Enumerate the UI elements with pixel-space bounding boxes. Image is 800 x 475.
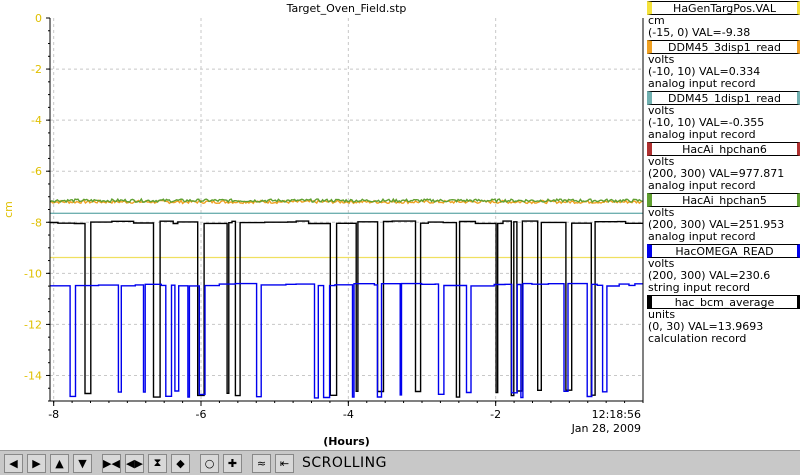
arrow-right-button[interactable]: ▶ [27,453,46,473]
legend-entry[interactable]: DDM45_3disp1_read volts (-10, 10) VAL=0.33… [647,40,800,90]
x-tick-label: -6 [196,408,207,421]
zoom-in-x-icon: ▶◀ [103,456,120,470]
arrow-down-icon: ▼ [78,456,87,470]
reset-icon: ○ [204,456,215,470]
plot-config-button[interactable]: ≈ [252,453,271,473]
x-tick-label: -2 [490,408,501,421]
zoom-in-x-button[interactable]: ▶◀ [102,453,121,473]
arrow-left-button[interactable]: ◀ [4,453,23,473]
legend-record: analog input record [648,230,756,243]
add-button[interactable]: ✚ [223,453,242,473]
arrow-left-icon: ◀ [9,456,18,470]
zoom-in-y-icon: ⧗ [153,456,162,469]
y-tick-label: -2 [31,63,42,76]
reset-button[interactable]: ○ [200,453,219,473]
zoom-in-y-button[interactable]: ⧗ [148,453,167,473]
zoom-out-x-button[interactable]: ◀▶ [125,453,144,473]
y-tick-label: -8 [31,216,42,229]
legend: HaGenTargPos.VAL cm (-15, 0) VAL=-9.38 DDM4… [647,0,800,345]
series-HacOMEGA_READ [50,282,643,399]
legend-entry[interactable]: HacAi_hpchan6 volts (200, 300) VAL=977.871… [647,142,800,192]
y-tick-label: -14 [24,369,42,382]
legend-series-name[interactable]: HaGenTargPos.VAL [647,1,800,15]
time-label: 12:18:56 [592,408,641,421]
zoom-out-y-button[interactable]: ◆ [171,453,190,473]
legend-series-name[interactable]: HacOMEGA_READ [647,244,800,258]
legend-record: calculation record [648,332,747,345]
series-hac_bcm_average [50,220,643,398]
legend-entry[interactable]: HaGenTargPos.VAL cm (-15, 0) VAL=-9.38 [647,1,800,39]
y-tick-label: -6 [31,165,42,178]
arrow-up-button[interactable]: ▲ [50,453,69,473]
toolbar: ◀ ▶ ▲ ▼ ▶◀ ◀▶ ⧗ ◆ ○ ✚ ≈ ⇤ SCROLLING [0,450,800,475]
legend-entry[interactable]: DDM45_1disp1_read volts (-10, 10) VAL=-0.3… [647,91,800,141]
y-tick-label: 0 [35,12,42,25]
x-tick-label: -8 [48,408,59,421]
zoom-out-x-icon: ◀▶ [126,456,143,470]
plot-config-icon: ≈ [256,456,267,470]
arrow-up-icon: ▲ [55,456,64,470]
date-label: Jan 28, 2009 [571,422,641,435]
x-tick-label: -4 [343,408,354,421]
chart-title: Target_Oven_Field.stp [286,2,407,15]
legend-entry[interactable]: hac_bcm_average units (0, 30) VAL=13.9693 c… [647,295,800,345]
legend-series-name[interactable]: HacAi_hpchan6 [647,142,800,156]
legend-series-name[interactable]: DDM45_1disp1_read [647,91,800,105]
scroll-status: SCROLLING [302,455,387,471]
arrow-right-icon: ▶ [32,456,41,470]
scroll-mode-icon: ⇤ [279,456,290,470]
legend-record: analog input record [648,128,756,141]
legend-entry[interactable]: HacOMEGA_READ volts (200, 300) VAL=230.6 st… [647,244,800,294]
scroll-mode-button[interactable]: ⇤ [275,453,294,473]
x-axis-label: (Hours) [323,435,370,448]
y-axis-label: cm [2,201,15,218]
arrow-down-button[interactable]: ▼ [73,453,92,473]
zoom-out-y-icon: ◆ [176,456,185,470]
legend-record: analog input record [648,179,756,192]
legend-entry[interactable]: HacAi_hpchan5 volts (200, 300) VAL=251.953… [647,193,800,243]
legend-range: (-15, 0) VAL=-9.38 [648,26,751,39]
add-icon: ✚ [227,456,238,470]
y-tick-label: -12 [24,318,42,331]
legend-series-name[interactable]: HacAi_hpchan5 [647,193,800,207]
legend-series-name[interactable]: DDM45_3disp1_read [647,40,800,54]
legend-record: analog input record [648,77,756,90]
legend-series-name[interactable]: hac_bcm_average [647,295,800,309]
legend-record: string input record [648,281,751,294]
y-tick-label: -10 [24,267,42,280]
y-tick-label: -4 [31,114,42,127]
